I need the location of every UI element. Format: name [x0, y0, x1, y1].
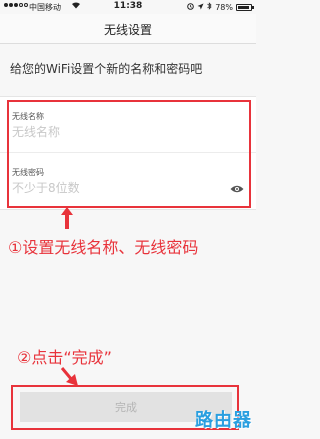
status-bar: 中国移动 11:38 78%: [0, 0, 256, 14]
navigation-bar: 无线设置: [0, 14, 256, 44]
form-highlight-box: [7, 100, 251, 208]
location-arrow-icon: [197, 3, 204, 12]
alarm-icon: [187, 2, 195, 12]
intro-text: 给您的WiFi设置个新的名称和密码吧: [10, 62, 203, 76]
arrow-up-icon: [61, 207, 73, 229]
step1-annotation: ①设置无线名称、无线密码: [8, 238, 199, 257]
bluetooth-icon: [207, 2, 212, 12]
step2-annotation: ②点击“完成”: [17, 348, 112, 367]
battery-fill: [238, 5, 249, 9]
battery-icon: [236, 3, 254, 11]
watermark-logo: 路由器: [195, 410, 252, 431]
page-title: 无线设置: [103, 23, 152, 37]
battery-percentage: 78%: [215, 2, 233, 12]
